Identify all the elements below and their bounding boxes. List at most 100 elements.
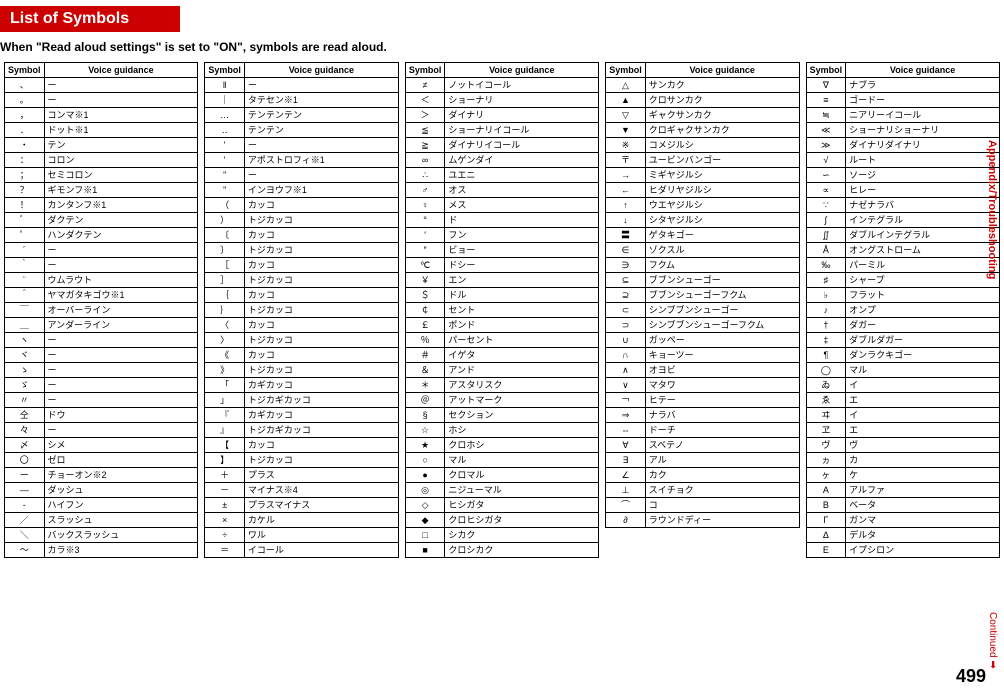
table-row: 〉トジカッコ bbox=[205, 333, 398, 348]
symbol-cell: ∋ bbox=[606, 258, 646, 273]
symbol-cell: 《 bbox=[205, 348, 245, 363]
voice-cell: プラス bbox=[244, 468, 398, 483]
voice-cell: カケル bbox=[244, 513, 398, 528]
symbol-cell: 、 bbox=[5, 78, 45, 93]
symbol-cell: ″ bbox=[405, 243, 445, 258]
table-row: ∇ナブラ bbox=[806, 78, 999, 93]
symbol-cell: ＃ bbox=[405, 348, 445, 363]
voice-cell: イ bbox=[846, 408, 1000, 423]
voice-cell: ダンラクキゴー bbox=[846, 348, 1000, 363]
voice-cell: ポンド bbox=[445, 318, 599, 333]
voice-cell: トジカッコ bbox=[244, 273, 398, 288]
table-row: 。ー bbox=[5, 93, 198, 108]
symbol-cell: ∧ bbox=[606, 363, 646, 378]
symbol-cell: ∩ bbox=[606, 348, 646, 363]
table-row: ≡ゴードー bbox=[806, 93, 999, 108]
voice-cell: クロギャクサンカク bbox=[645, 123, 799, 138]
voice-cell: ドル bbox=[445, 288, 599, 303]
symbol-cell: 。 bbox=[5, 93, 45, 108]
symbol-cell: ¶ bbox=[806, 348, 846, 363]
voice-cell: ー bbox=[44, 243, 198, 258]
voice-cell: バックスラッシュ bbox=[44, 528, 198, 543]
symbol-cell: ⊆ bbox=[606, 273, 646, 288]
symbol-cell: × bbox=[205, 513, 245, 528]
symbol-cell: ∨ bbox=[606, 378, 646, 393]
table-row: ∩キョーツー bbox=[606, 348, 799, 363]
symbol-cell: ￠ bbox=[405, 303, 445, 318]
voice-cell: サンカク bbox=[645, 78, 799, 93]
voice-cell: ー bbox=[44, 363, 198, 378]
voice-cell: カ bbox=[846, 453, 1000, 468]
voice-cell: クロマル bbox=[445, 468, 599, 483]
voice-cell: ラウンドディー bbox=[645, 513, 799, 528]
table-row: ｜タテセン※1 bbox=[205, 93, 398, 108]
symbol-cell: ― bbox=[5, 483, 45, 498]
table-row: 〈カッコ bbox=[205, 318, 398, 333]
symbol-cell: ∃ bbox=[606, 453, 646, 468]
table-row: ゞー bbox=[5, 378, 198, 393]
symbol-cell: 「 bbox=[205, 378, 245, 393]
table-row: ＆アンド bbox=[405, 363, 598, 378]
table-row: ・テン bbox=[5, 138, 198, 153]
continued-indicator: Continued ➡ bbox=[987, 612, 998, 669]
symbol-cell: ≒ bbox=[806, 108, 846, 123]
table-row: "ー bbox=[205, 168, 398, 183]
table-row: ：コロン bbox=[5, 153, 198, 168]
symbol-cell: ． bbox=[5, 123, 45, 138]
symbol-cell: ゞ bbox=[5, 378, 45, 393]
symbol-table: SymbolVoice guidance、ー。ー，コンマ※1．ドット※1・テン：… bbox=[4, 62, 198, 558]
table-row: ）トジカッコ bbox=[205, 213, 398, 228]
voice-cell: シンブブンシューゴー bbox=[645, 303, 799, 318]
table-row: ※コメジルシ bbox=[606, 138, 799, 153]
voice-cell: ゾクスル bbox=[645, 243, 799, 258]
symbol-cell: ← bbox=[606, 183, 646, 198]
symbol-cell: ∝ bbox=[806, 183, 846, 198]
symbol-cell: ； bbox=[5, 168, 45, 183]
table-row: ‐ハイフン bbox=[5, 498, 198, 513]
voice-cell: ー bbox=[44, 333, 198, 348]
table-row: ＾ヤマガタキゴウ※1 bbox=[5, 288, 198, 303]
voice-cell: ナブラ bbox=[846, 78, 1000, 93]
table-row: ◯マル bbox=[806, 363, 999, 378]
symbol-cell: ∞ bbox=[405, 153, 445, 168]
symbol-cell: ≪ bbox=[806, 123, 846, 138]
table-row: ゜ハンダクテン bbox=[5, 228, 198, 243]
symbol-cell: ′ bbox=[405, 228, 445, 243]
table-row: 《カッコ bbox=[205, 348, 398, 363]
voice-cell: ドーチ bbox=[645, 423, 799, 438]
table-row: ☆ホシ bbox=[405, 423, 598, 438]
voice-cell: イコール bbox=[244, 543, 398, 558]
symbol-cell: ヴ bbox=[806, 438, 846, 453]
voice-cell: アットマーク bbox=[445, 393, 599, 408]
table-row: ∨マタワ bbox=[606, 378, 799, 393]
symbol-cell: ｛ bbox=[205, 288, 245, 303]
voice-cell: フラット bbox=[846, 288, 1000, 303]
table-row: ヱエ bbox=[806, 423, 999, 438]
symbol-table: SymbolVoice guidance△サンカク▲クロサンカク▽ギャクサンカク… bbox=[605, 62, 799, 528]
table-row: 》トジカッコ bbox=[205, 363, 398, 378]
voice-cell: ショーナリショーナリ bbox=[846, 123, 1000, 138]
symbol-cell: 〉 bbox=[205, 333, 245, 348]
voice-cell: ユービンバンゴー bbox=[645, 153, 799, 168]
symbol-cell: ゜ bbox=[5, 228, 45, 243]
table-row: ＊アスタリスク bbox=[405, 378, 598, 393]
voice-cell: ナラバ bbox=[645, 408, 799, 423]
table-row: ‖ー bbox=[205, 78, 398, 93]
table-row: ∽ソージ bbox=[806, 168, 999, 183]
symbol-cell: ＋ bbox=[205, 468, 245, 483]
table-row: ♭フラット bbox=[806, 288, 999, 303]
symbol-cell: 」 bbox=[205, 393, 245, 408]
symbol-cell: ￢ bbox=[606, 393, 646, 408]
voice-cell: ダイナリダイナリ bbox=[846, 138, 1000, 153]
table-row: ÷ワル bbox=[205, 528, 398, 543]
symbol-cell: ± bbox=[205, 498, 245, 513]
voice-cell: マル bbox=[846, 363, 1000, 378]
table-row: 〇ゼロ bbox=[5, 453, 198, 468]
symbol-cell: ↑ bbox=[606, 198, 646, 213]
voice-cell: ウムラウト bbox=[44, 273, 198, 288]
symbol-cell: ≦ bbox=[405, 123, 445, 138]
voice-cell: プラスマイナス bbox=[244, 498, 398, 513]
symbol-table: SymbolVoice guidance≠ノットイコール＜ショーナリ＞ダイナリ≦… bbox=[405, 62, 599, 558]
table-row: ⊂シンブブンシューゴー bbox=[606, 303, 799, 318]
col-header-voice: Voice guidance bbox=[244, 63, 398, 78]
